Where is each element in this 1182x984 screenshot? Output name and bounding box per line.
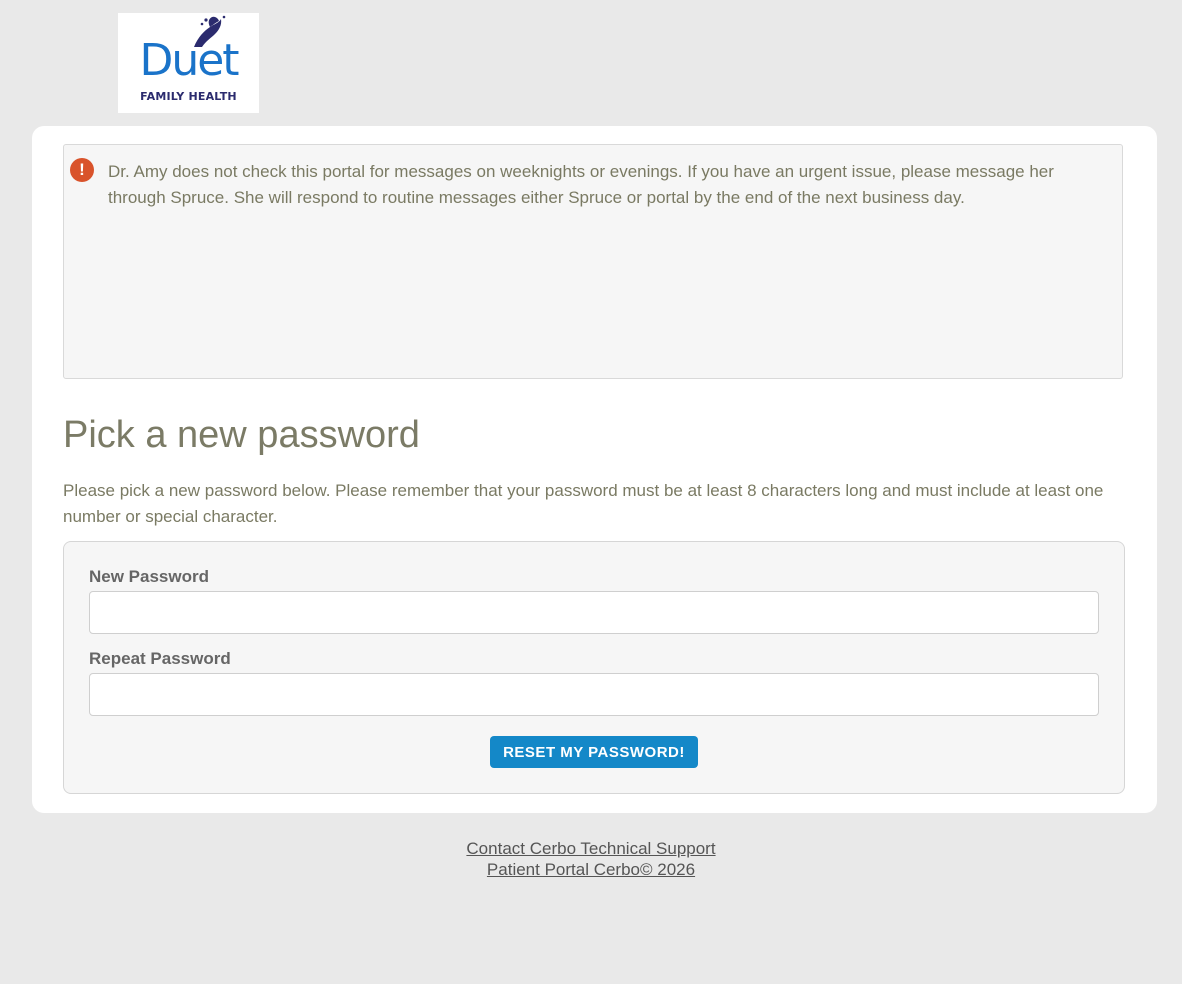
main-card: ! Dr. Amy does not check this portal for… xyxy=(32,126,1157,813)
repeat-password-label: Repeat Password xyxy=(89,649,231,668)
exclamation-circle-icon: ! xyxy=(70,158,94,182)
notice-alert: ! Dr. Amy does not check this portal for… xyxy=(63,144,1123,379)
password-form: New Password Repeat Password RESET MY PA… xyxy=(63,541,1125,794)
logo-wordmark: Duet xyxy=(139,35,239,86)
repeat-password-input[interactable] xyxy=(89,673,1099,716)
page-intro: Please pick a new password below. Please… xyxy=(63,481,1104,526)
contact-support-link[interactable]: Contact Cerbo Technical Support xyxy=(466,838,715,859)
copyright-link[interactable]: Patient Portal Cerbo© 2026 xyxy=(487,859,695,880)
reset-password-button[interactable]: RESET MY PASSWORD! xyxy=(490,736,698,768)
logo-subtitle: FAMILY HEALTH xyxy=(140,90,237,103)
notice-text: Dr. Amy does not check this portal for m… xyxy=(108,162,1054,207)
header: Duet FAMILY HEALTH xyxy=(0,0,1182,126)
new-password-label: New Password xyxy=(89,567,209,586)
practice-logo: Duet FAMILY HEALTH xyxy=(118,13,259,113)
footer: Contact Cerbo Technical Support Patient … xyxy=(0,838,1182,880)
page-title: Pick a new password xyxy=(63,414,420,456)
new-password-input[interactable] xyxy=(89,591,1099,634)
